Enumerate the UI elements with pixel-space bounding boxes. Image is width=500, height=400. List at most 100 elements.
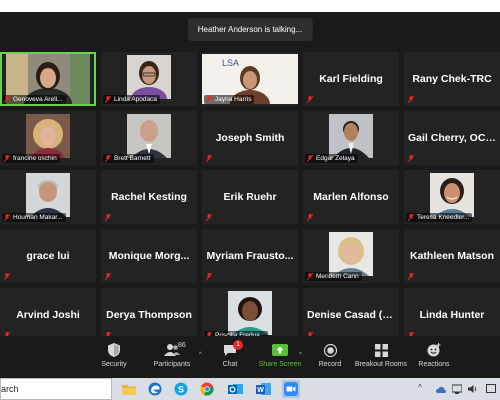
- participant-tile[interactable]: Kathleen Matson: [404, 229, 500, 283]
- windows-taskbar: arch S W ^: [0, 378, 500, 400]
- participant-tile[interactable]: Linda Apodaca: [101, 52, 197, 106]
- participant-name-large: Linda Hunter: [419, 309, 485, 321]
- participant-tile[interactable]: Brett Barnett: [101, 111, 197, 165]
- edge-icon[interactable]: [146, 380, 164, 398]
- window-top-strip: [0, 0, 500, 12]
- participant-tile[interactable]: Denise Casad (E...: [303, 288, 399, 342]
- participants-button[interactable]: 86 Participants: [142, 342, 202, 376]
- participant-tile[interactable]: Myriam Frausto...: [202, 229, 298, 283]
- participant-tile[interactable]: Karl Fielding: [303, 52, 399, 106]
- participant-tile[interactable]: Gail Cherry, OCTA: [404, 111, 500, 165]
- file-explorer-icon[interactable]: [120, 380, 138, 398]
- muted-mic-icon: [105, 155, 111, 162]
- participant-name-label: Genoveva Arell...: [2, 95, 66, 104]
- participant-name: Genoveva Arell...: [13, 96, 63, 103]
- shield-icon: [108, 343, 120, 357]
- participant-mic-status: [204, 213, 215, 222]
- participant-tile[interactable]: Derya Thompson: [101, 288, 197, 342]
- muted-mic-icon: [408, 155, 414, 162]
- participant-tile[interactable]: Rachel Kesting: [101, 170, 197, 224]
- participant-mic-status: [305, 213, 316, 222]
- svg-text:S: S: [178, 385, 184, 395]
- breakout-rooms-button[interactable]: Breakout Rooms: [351, 342, 411, 376]
- participant-tile[interactable]: Houman Makar...: [0, 170, 96, 224]
- muted-mic-icon: [4, 96, 10, 103]
- participant-name: Edgar Zelaya: [316, 155, 355, 162]
- muted-mic-icon: [408, 273, 414, 280]
- participant-mic-status: [406, 272, 417, 281]
- participant-tile[interactable]: Edgar Zelaya: [303, 111, 399, 165]
- notification-icon[interactable]: [486, 384, 496, 394]
- participant-video: [26, 114, 70, 158]
- participant-name-label: Edgar Zelaya: [305, 154, 358, 163]
- participant-name: Jayna Harris: [215, 96, 252, 103]
- participant-tile[interactable]: grace lui: [0, 229, 96, 283]
- participant-tile[interactable]: Merideth Cann: [303, 229, 399, 283]
- tray-overflow-icon[interactable]: ^: [418, 383, 422, 392]
- meeting-toolbar: Security 86 Participants ^ 1 Chat Share …: [0, 336, 500, 378]
- participant-mic-status: [406, 95, 417, 104]
- outlook-icon[interactable]: [226, 380, 244, 398]
- participant-name-large: Derya Thompson: [106, 309, 192, 321]
- participant-mic-status: [406, 154, 417, 163]
- participant-mic-status: [204, 272, 215, 281]
- participant-tile[interactable]: Marlen Alfonso: [303, 170, 399, 224]
- muted-mic-icon: [307, 155, 313, 162]
- chat-unread-badge: 1: [233, 340, 243, 350]
- participant-name: Brett Barnett: [114, 155, 151, 162]
- participant-name: Teresa Kneedler...: [417, 214, 470, 221]
- chrome-icon[interactable]: [198, 380, 216, 398]
- participant-mic-status: [2, 272, 13, 281]
- network-icon[interactable]: [452, 384, 462, 394]
- participant-tile[interactable]: Monique Morg...: [101, 229, 197, 283]
- talking-indicator: Heather Anderson is talking...: [187, 18, 313, 41]
- participant-tile[interactable]: Linda Hunter: [404, 288, 500, 342]
- security-button[interactable]: Security: [84, 342, 144, 376]
- word-icon[interactable]: W: [254, 380, 272, 398]
- muted-mic-icon: [206, 214, 212, 221]
- participant-name-large: Rachel Kesting: [111, 191, 187, 203]
- participant-video: [329, 114, 373, 158]
- participant-name-large: Karl Fielding: [319, 73, 383, 85]
- skype-icon[interactable]: S: [172, 380, 190, 398]
- participant-tile[interactable]: LSA Jayna Harris: [202, 52, 298, 106]
- muted-mic-icon: [4, 155, 10, 162]
- participant-tile[interactable]: Erik Ruehr: [202, 170, 298, 224]
- participant-video: [228, 291, 272, 335]
- taskbar-search-box[interactable]: arch: [0, 378, 112, 400]
- muted-mic-icon: [408, 96, 414, 103]
- participant-name-large: Marlen Alfonso: [313, 191, 389, 203]
- zoom-icon[interactable]: [282, 380, 300, 398]
- participant-tile[interactable]: Priscilla Fredua...: [202, 288, 298, 342]
- participant-tile[interactable]: Genoveva Arell...: [0, 52, 96, 106]
- participant-mic-status: [305, 95, 316, 104]
- muted-mic-icon: [4, 214, 10, 221]
- participant-tile[interactable]: Arvind Joshi: [0, 288, 96, 342]
- participant-name: francine oschin: [13, 155, 57, 162]
- onedrive-icon[interactable]: [436, 386, 446, 393]
- participant-video: [127, 114, 171, 158]
- muted-mic-icon: [105, 96, 111, 103]
- participant-video: [26, 173, 70, 217]
- svg-text:W: W: [257, 387, 264, 394]
- participant-name: Houman Makar...: [13, 214, 63, 221]
- participant-tile[interactable]: Joseph Smith: [202, 111, 298, 165]
- participant-tile[interactable]: Rany Chek-TRC: [404, 52, 500, 106]
- share-screen-icon: [272, 343, 288, 356]
- reactions-button[interactable]: Reactions: [404, 342, 464, 376]
- participant-tile[interactable]: francine oschin: [0, 111, 96, 165]
- participant-name-label: Merideth Cann: [305, 272, 362, 281]
- participant-name-label: Jayna Harris: [204, 95, 255, 104]
- record-icon: [323, 343, 337, 357]
- participant-name-label: Teresa Kneedler...: [406, 213, 473, 222]
- participant-name-large: Joseph Smith: [215, 132, 285, 144]
- muted-mic-icon: [408, 214, 414, 221]
- participant-name-large: Denise Casad (E...: [307, 309, 399, 321]
- muted-mic-icon: [4, 273, 10, 280]
- participant-name-large: Rany Chek-TRC: [412, 73, 492, 85]
- volume-icon[interactable]: [468, 384, 478, 394]
- participant-tile[interactable]: Teresa Kneedler...: [404, 170, 500, 224]
- backdrop-logo-text: LSA: [222, 58, 239, 68]
- participant-name-large: Myriam Frausto...: [206, 250, 294, 262]
- participant-name: Linda Apodaca: [114, 96, 158, 103]
